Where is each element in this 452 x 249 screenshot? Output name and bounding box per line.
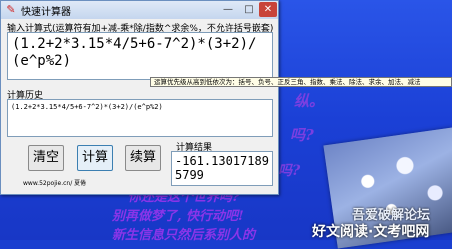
title-bar[interactable]: ✎ 快速计算器 — □ ✕ [1, 1, 278, 19]
precedence-tooltip: 运算优先级从高到低依次为：括号、负号、正反三角、指数、乘法、除法、求余、加法、减… [150, 77, 452, 87]
calculate-button[interactable]: 计算 [77, 145, 113, 171]
app-icon: ✎ [6, 3, 16, 16]
result-output[interactable]: -161.130171895799 [171, 151, 273, 186]
minimize-button[interactable]: — [217, 2, 239, 17]
background-text: 吗? [278, 163, 301, 179]
history-list[interactable]: (1.2+2*3.15*4/5+6-7^2)*(3+2)/(e^p%2) [7, 99, 273, 137]
calculator-window: ✎ 快速计算器 — □ ✕ 输入计算式(运算符有加+减-乘*除/指数^求余%，不… [0, 0, 279, 195]
background-text: 纵。 [294, 92, 325, 110]
footer-credit: www.52pojie.cn/ 夏倦 [23, 180, 87, 187]
clear-button[interactable]: 清空 [28, 145, 64, 171]
close-button[interactable]: ✕ [259, 2, 277, 17]
maximize-button[interactable]: □ [239, 2, 259, 17]
continue-button[interactable]: 续算 [125, 145, 161, 171]
site-logo-text: 好文阅读·文考吧网 [312, 224, 430, 240]
expression-input[interactable]: (1.2+2*3.15*4/5+6-7^2)*(3+2)/(e^p%2) [7, 32, 273, 80]
background-text: 新生信息只然后系别人的 [112, 228, 256, 243]
background-text: 别再做梦了, 快行动吧! [112, 209, 244, 224]
history-entry[interactable]: (1.2+2*3.15*4/5+6-7^2)*(3+2)/(e^p%2) [11, 103, 269, 111]
window-title: 快速计算器 [21, 7, 71, 18]
background-text: 吗? [290, 126, 314, 144]
